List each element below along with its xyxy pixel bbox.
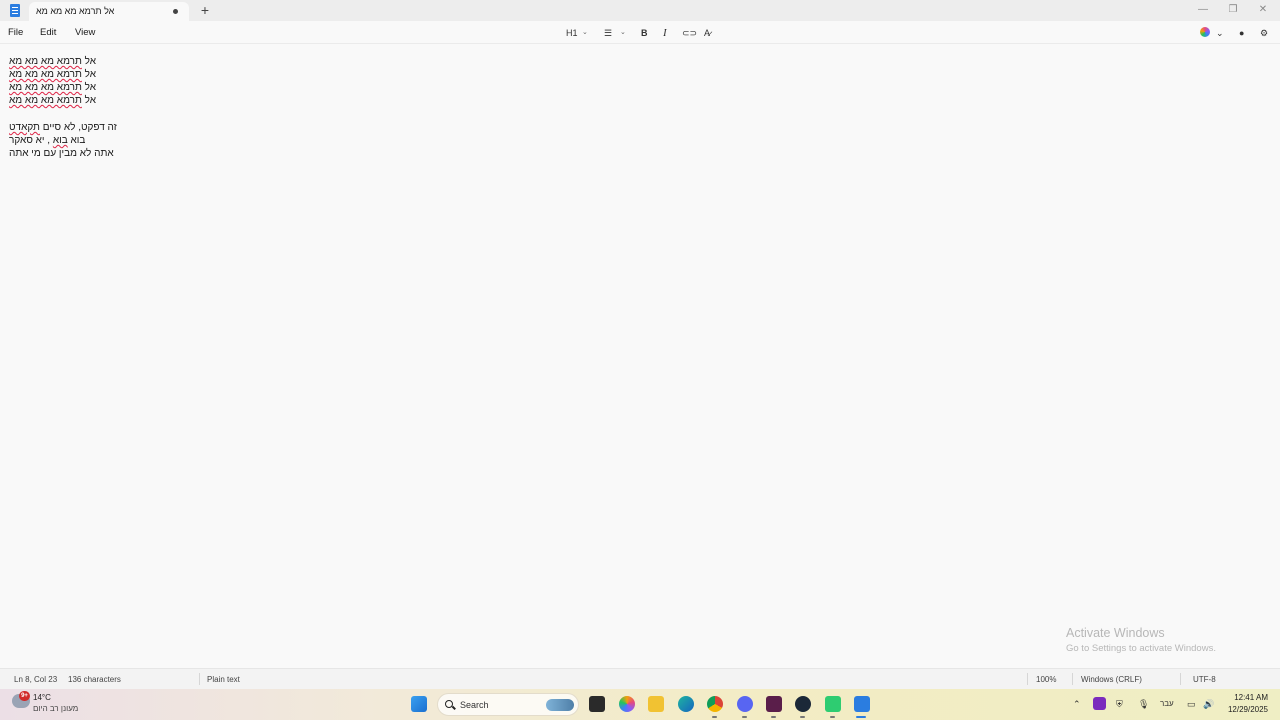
text-line: אל תרמא מא מא מא [9,56,96,67]
close-button[interactable]: ✕ [1256,3,1270,17]
status-divider [1027,673,1028,685]
active-indicator [856,716,866,718]
search-icon [445,700,453,708]
spellcheck-text: בוא [52,135,68,146]
activation-watermark-subtitle: Go to Settings to activate Windows. [1066,643,1216,654]
zoom-level[interactable]: 100% [1036,675,1056,684]
list-icon[interactable]: ☰ [604,26,612,40]
status-divider [1072,673,1073,685]
text-plain: אל [81,56,97,67]
discord-icon[interactable] [737,696,753,712]
taskbar: 9+ 14°C מעונן רב היום Search ⌃ ⛨ 🎙 עבר ▭… [0,689,1280,720]
line-ending[interactable]: Windows (CRLF) [1081,675,1142,684]
text-line: אל תרמא מא מא מא [9,95,96,106]
text-line: אל תרמא מא מא מא [9,69,96,80]
running-indicator [742,716,747,718]
text-line: זה דפקט, לא סיים תקאדט [9,122,117,133]
chevron-down-icon[interactable]: ⌄ [582,26,588,40]
text-plain: אל [81,69,97,80]
notepad-app-icon [10,4,20,17]
task-view-icon[interactable] [589,696,605,712]
settings-gear-icon[interactable]: ⚙ [1260,26,1268,40]
app-icon[interactable] [766,696,782,712]
language-indicator[interactable]: עבר [1160,698,1174,710]
status-divider [199,673,200,685]
status-divider [1180,673,1181,685]
edge-browser-icon[interactable] [678,696,694,712]
minimize-button[interactable]: — [1196,3,1210,17]
character-count: 136 characters [68,675,121,684]
italic-button[interactable]: I [663,26,667,40]
document-tab[interactable]: אל תרמא מא מא מא [29,2,189,21]
weather-temperature[interactable]: 14°C [33,693,51,702]
status-bar: Ln 8, Col 23 136 characters Plain text 1… [0,668,1280,689]
text-plain: בוא [67,135,86,146]
spellcheck-text: תרמא מא מא מא [9,82,82,93]
text-plain: , יא סאקר [9,135,53,146]
bold-button[interactable]: B [641,26,648,40]
text-editor[interactable]: אל תרמא מא מא מא אל תרמא מא מא מא אל תרמ… [0,44,1280,668]
running-indicator [830,716,835,718]
encoding[interactable]: UTF-8 [1193,675,1216,684]
cursor-position: Ln 8, Col 23 [14,675,58,684]
maximize-button[interactable]: ❐ [1226,3,1240,17]
clock-time[interactable]: 12:41 AM [1234,693,1268,702]
onenote-tray-icon[interactable] [1093,697,1106,710]
app-icon[interactable] [825,696,841,712]
text-plain: זה דפקט, לא סיים [39,122,117,133]
volume-icon[interactable]: 🔊 [1203,698,1214,710]
windows-start-icon[interactable] [411,696,427,712]
copilot-taskbar-icon[interactable] [619,696,635,712]
weather-description[interactable]: מעונן רב היום [33,704,78,713]
unsaved-dot-icon[interactable] [173,9,178,14]
text-plain: אל [81,95,97,106]
copilot-icon[interactable] [1200,27,1210,37]
tab-title: אל תרמא מא מא מא [36,6,115,16]
steam-icon[interactable] [795,696,811,712]
menu-edit[interactable]: Edit [40,27,56,38]
spellcheck-text: תרמא מא מא מא [9,95,82,106]
search-label: Search [460,700,489,710]
clear-formatting-icon[interactable]: A̷ [704,26,710,40]
text-plain: אל [81,82,97,93]
menu-file[interactable]: File [8,27,23,38]
chevron-up-icon[interactable]: ⌃ [1073,698,1081,710]
text-line: אתה לא מבין עם מי אתה [9,148,114,159]
clock-date[interactable]: 12/29/2025 [1228,705,1268,714]
weather-badge: 9+ [19,691,30,701]
chevron-down-icon[interactable]: ⌄ [1216,26,1224,40]
file-explorer-icon[interactable] [648,696,664,712]
link-icon[interactable]: ⊂⊃ [682,26,697,40]
running-indicator [712,716,717,718]
spellcheck-text: תרמא מא מא מא [9,69,82,80]
chrome-browser-icon[interactable] [707,696,723,712]
text-plain: אתה לא מבין עם מי אתה [9,148,114,159]
heading-dropdown[interactable]: H1 [566,26,578,40]
title-bar: אל תרמא מא מא מא + — ❐ ✕ [0,0,1280,21]
taskbar-search[interactable]: Search [437,693,579,716]
activation-watermark-title: Activate Windows [1066,626,1165,640]
new-tab-button[interactable]: + [198,1,212,19]
menu-view[interactable]: View [75,27,95,38]
chevron-down-icon[interactable]: ⌄ [620,26,626,40]
account-icon[interactable]: ● [1239,26,1244,40]
format-mode[interactable]: Plain text [207,675,240,684]
text-line: אל תרמא מא מא מא [9,82,96,93]
spellcheck-text: תרמא מא מא מא [9,56,82,67]
spellcheck-text: תקאדט [9,122,40,133]
text-line: בוא בוא , יא סאקר [9,135,85,146]
search-highlight-image [546,699,574,711]
defender-tray-icon[interactable]: ⛨ [1116,698,1123,710]
running-indicator [771,716,776,718]
network-icon[interactable]: ▭ [1187,698,1196,710]
microphone-icon[interactable]: 🎙 [1138,698,1149,710]
menu-bar: File Edit View H1 ⌄ ☰ ⌄ B I ⊂⊃ A̷ ⌄ ● ⚙ [0,21,1280,44]
notepad-taskbar-icon[interactable] [854,696,870,712]
running-indicator [800,716,805,718]
